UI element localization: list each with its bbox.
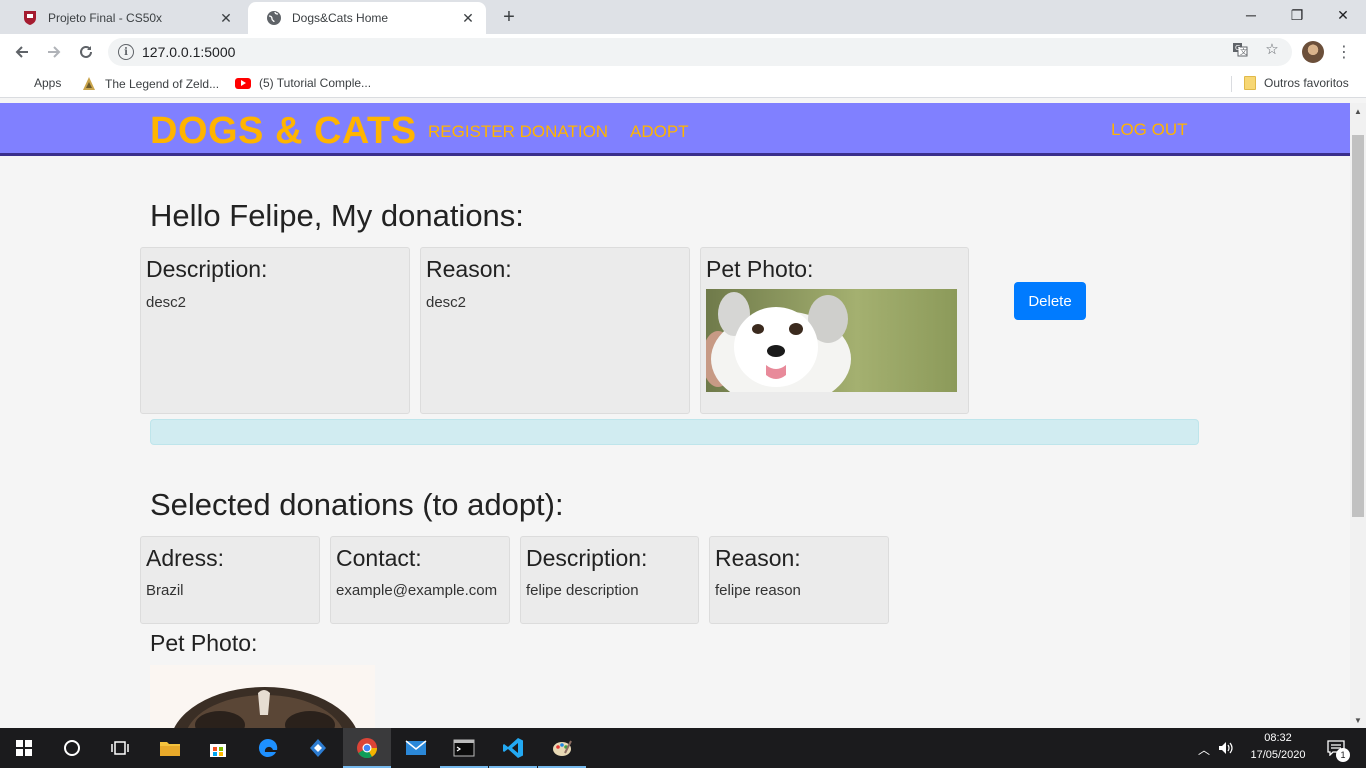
file-explorer-icon[interactable] xyxy=(146,728,194,768)
terminal-icon[interactable] xyxy=(440,728,488,768)
paint-icon[interactable] xyxy=(538,728,586,768)
nav-adopt[interactable]: ADOPT xyxy=(630,122,689,142)
folder-icon xyxy=(1244,76,1256,90)
tab-dogs-cats-home[interactable]: Dogs&Cats Home ✕ xyxy=(248,2,486,34)
card-heading: Description: xyxy=(526,545,648,571)
profile-avatar[interactable] xyxy=(1302,41,1324,63)
reload-icon[interactable] xyxy=(74,40,98,64)
page-scrollbar[interactable]: ▲ ▼ xyxy=(1350,103,1366,728)
tab-close-icon[interactable]: ✕ xyxy=(218,10,234,26)
harvard-shield-icon xyxy=(22,10,38,26)
tab-title: Projeto Final - CS50x xyxy=(48,11,163,25)
card-heading: Adress: xyxy=(146,545,224,571)
svg-text:文: 文 xyxy=(1240,47,1247,56)
card-value: desc2 xyxy=(426,294,467,311)
card-value: example@example.com xyxy=(336,582,498,599)
scrollbar-thumb[interactable] xyxy=(1352,135,1364,517)
app-blue-icon[interactable] xyxy=(294,728,342,768)
bookmark-label: (5) Tutorial Comple... xyxy=(259,76,372,90)
youtube-icon xyxy=(235,77,251,89)
zelda-icon xyxy=(81,76,97,92)
my-donations-heading: Hello Felipe, My donations: xyxy=(150,198,524,233)
donation-photo-card: Pet Photo: xyxy=(700,247,969,414)
vscode-icon[interactable] xyxy=(489,728,537,768)
window-close-icon[interactable]: ✕ xyxy=(1320,0,1366,30)
card-value: desc2 xyxy=(146,294,187,311)
notifications-icon[interactable]: 1 xyxy=(1318,728,1354,768)
back-icon[interactable] xyxy=(10,40,34,64)
selected-adress-card: Adress: Brazil xyxy=(140,536,320,624)
chrome-icon[interactable] xyxy=(343,728,391,768)
windows-start-icon[interactable] xyxy=(0,728,48,768)
task-view-icon[interactable] xyxy=(96,728,144,768)
site-navbar: DOGS & CATS REGISTER DONATION ADOPT LOG … xyxy=(0,103,1350,156)
dog-photo xyxy=(706,289,957,392)
info-alert xyxy=(150,419,1199,445)
bookmark-tutorial[interactable]: (5) Tutorial Comple... xyxy=(235,76,371,90)
apps-grid-icon xyxy=(14,77,26,89)
cortana-search-icon[interactable] xyxy=(48,728,96,768)
minimize-icon[interactable]: ─ xyxy=(1228,0,1274,30)
clock-date[interactable]: 17/05/2020 xyxy=(1248,749,1308,761)
restore-icon[interactable]: ❐ xyxy=(1274,0,1320,30)
cat-photo xyxy=(150,665,375,728)
notification-count-badge: 1 xyxy=(1336,748,1350,762)
selected-description-card: Description: felipe description xyxy=(520,536,699,624)
windows-taskbar: ︿ 08:32 17/05/2020 1 xyxy=(0,728,1366,768)
tab-title: Dogs&Cats Home xyxy=(292,11,389,25)
browser-toolbar: i 127.0.0.1:5000 G文 ☆ xyxy=(0,34,1366,70)
microsoft-store-icon[interactable] xyxy=(194,728,242,768)
card-heading: Pet Photo: xyxy=(706,256,814,282)
info-icon[interactable]: i xyxy=(118,44,134,60)
forward-icon[interactable] xyxy=(42,40,66,64)
card-heading: Description: xyxy=(146,256,268,282)
tab-strip: Projeto Final - CS50x ✕ Dogs&Cats Home ✕… xyxy=(0,0,1366,34)
card-value: Brazil xyxy=(146,582,184,599)
bookmark-label: Outros favoritos xyxy=(1264,76,1349,90)
globe-icon xyxy=(266,10,282,26)
bookmark-label: Apps xyxy=(34,76,62,90)
card-heading: Reason: xyxy=(426,256,512,282)
bookmark-separator xyxy=(1231,76,1232,92)
selected-photo-heading: Pet Photo: xyxy=(150,630,258,656)
selected-reason-card: Reason: felipe reason xyxy=(709,536,889,624)
donation-reason-card: Reason: desc2 xyxy=(420,247,690,414)
selected-donations-heading: Selected donations (to adopt): xyxy=(150,487,564,522)
card-value: felipe description xyxy=(526,582,639,599)
url-text: 127.0.0.1:5000 xyxy=(142,44,236,60)
address-bar[interactable]: i 127.0.0.1:5000 xyxy=(108,38,1292,66)
edge-icon[interactable] xyxy=(244,728,292,768)
bookmark-other-favorites[interactable]: Outros favoritos xyxy=(1244,76,1349,90)
card-heading: Contact: xyxy=(336,545,422,571)
scroll-up-arrow-icon[interactable]: ▲ xyxy=(1350,103,1366,119)
star-icon[interactable]: ☆ xyxy=(1263,40,1281,58)
scroll-down-arrow-icon[interactable]: ▼ xyxy=(1350,712,1366,728)
page-viewport: DOGS & CATS REGISTER DONATION ADOPT LOG … xyxy=(0,103,1350,728)
bookmarks-bar: Apps The Legend of Zeld... (5) Tutorial … xyxy=(0,70,1366,98)
brand-logo[interactable]: DOGS & CATS xyxy=(150,110,417,153)
new-tab-icon[interactable]: + xyxy=(498,6,520,28)
translate-icon[interactable]: G文 xyxy=(1231,40,1249,58)
selected-contact-card: Contact: example@example.com xyxy=(330,536,510,624)
donation-description-card: Description: desc2 xyxy=(140,247,410,414)
show-hidden-icons-icon[interactable]: ︿ xyxy=(1198,741,1210,758)
menu-kebab-icon[interactable]: ⋮ xyxy=(1336,42,1352,62)
card-value: felipe reason xyxy=(715,582,801,599)
tab-close-icon[interactable]: ✕ xyxy=(460,10,476,26)
nav-logout[interactable]: LOG OUT xyxy=(1111,120,1188,140)
card-heading: Reason: xyxy=(715,545,801,571)
nav-register-donation[interactable]: REGISTER DONATION xyxy=(428,122,608,142)
bookmark-label: The Legend of Zeld... xyxy=(105,77,220,91)
bookmark-apps[interactable]: Apps xyxy=(14,76,61,90)
tab-projeto-final[interactable]: Projeto Final - CS50x ✕ xyxy=(4,2,244,34)
volume-icon[interactable] xyxy=(1212,728,1240,768)
clock-time[interactable]: 08:32 xyxy=(1248,732,1308,744)
mail-icon[interactable] xyxy=(392,728,440,768)
bookmark-zelda[interactable]: The Legend of Zeld... xyxy=(81,76,219,92)
delete-button[interactable]: Delete xyxy=(1014,282,1086,320)
